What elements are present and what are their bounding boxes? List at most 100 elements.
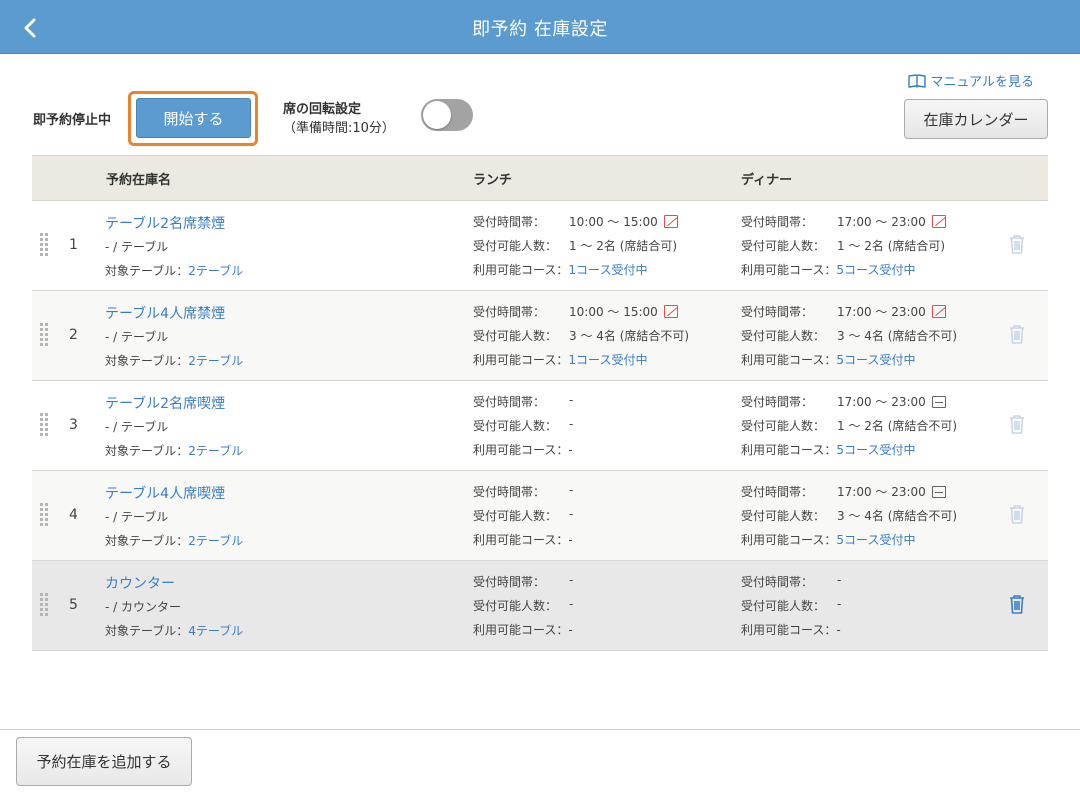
dinner-time: 17:00 〜 23:00 xyxy=(837,395,926,409)
lunch-course-label: 利用可能コース： xyxy=(473,623,569,637)
table-row[interactable]: 2 テーブル4人席禁煙 - / テーブル 対象テーブル：2テーブル 受付時間帯：… xyxy=(32,291,1048,381)
dinner-course-link[interactable]: 5コース受付中 xyxy=(836,533,915,547)
lunch-time-value: 10:00 〜 15:00 xyxy=(569,303,678,320)
no-smoking-icon xyxy=(663,305,678,318)
lunch-people-value: 3 〜 4名 (席結合不可) xyxy=(569,329,690,343)
dinner-course-label: 利用可能コース： xyxy=(741,353,837,367)
table-row[interactable]: 4 テーブル4人席喫煙 - / テーブル 対象テーブル：2テーブル 受付時間帯：… xyxy=(32,471,1048,561)
lunch-course-label: 利用可能コース： xyxy=(473,533,569,547)
dinner-time: 17:00 〜 23:00 xyxy=(837,305,926,319)
stock-name-link[interactable]: テーブル4人席禁煙 xyxy=(105,303,225,323)
lunch-course-row: 利用可能コース：- xyxy=(473,531,573,548)
dinner-people-label: 受付可能人数： xyxy=(741,509,826,523)
target-tables-link[interactable]: 2テーブル xyxy=(188,264,243,278)
target-tables-link[interactable]: 2テーブル xyxy=(188,444,243,458)
drag-handle-icon[interactable] xyxy=(40,592,50,618)
target-tables-label: 対象テーブル： xyxy=(105,624,189,638)
lunch-people-value: 1 〜 2名 (席結合可) xyxy=(569,239,678,253)
target-tables-label: 対象テーブル： xyxy=(105,534,189,548)
dinner-people-value: 1 〜 2名 (席結合不可) xyxy=(837,419,958,433)
stock-name-link[interactable]: テーブル4人席喫煙 xyxy=(105,483,225,503)
dinner-time-value: 17:00 〜 23:00 xyxy=(837,483,946,500)
toggle-knob xyxy=(423,101,451,129)
lunch-course-row: 利用可能コース：1コース受付中 xyxy=(473,351,647,368)
stock-name-link[interactable]: テーブル2名席禁煙 xyxy=(105,213,225,233)
dinner-course-label: 利用可能コース： xyxy=(741,263,837,277)
rotation-setting-title: 席の回転設定 xyxy=(283,102,362,117)
drag-handle-icon[interactable] xyxy=(40,232,50,258)
lunch-people-label: 受付可能人数： xyxy=(473,599,558,613)
trash-icon[interactable] xyxy=(1008,504,1028,526)
smoking-icon xyxy=(931,485,946,498)
lunch-time-label: 受付時間帯： xyxy=(473,575,546,589)
target-tables: 対象テーブル：2テーブル xyxy=(105,532,243,549)
no-smoking-icon xyxy=(931,215,946,228)
lunch-course-row: 利用可能コース：- xyxy=(473,441,573,458)
stock-name-link[interactable]: カウンター xyxy=(105,573,175,593)
trash-icon[interactable] xyxy=(1008,234,1028,256)
dinner-course-label: 利用可能コース： xyxy=(741,443,837,457)
target-tables: 対象テーブル：2テーブル xyxy=(105,262,243,279)
row-number: 5 xyxy=(69,597,78,613)
dinner-course-row: 利用可能コース：- xyxy=(741,621,841,638)
rotation-setting-sub: （準備時間:10分） xyxy=(283,121,395,136)
stock-name-link[interactable]: テーブル2名席喫煙 xyxy=(105,393,225,413)
dinner-course-link[interactable]: 5コース受付中 xyxy=(836,353,915,367)
drag-handle-icon[interactable] xyxy=(40,412,50,438)
lunch-time-value: - xyxy=(569,483,573,497)
no-smoking-icon xyxy=(663,215,678,228)
dinner-people-value: 3 〜 4名 (席結合不可) xyxy=(837,509,958,523)
lunch-course-link: - xyxy=(568,443,573,457)
stock-calendar-button[interactable]: 在庫カレンダー xyxy=(904,99,1048,139)
table-row[interactable]: 5 カウンター - / カウンター 対象テーブル：4テーブル 受付時間帯： - … xyxy=(32,561,1048,651)
target-tables-link[interactable]: 4テーブル xyxy=(188,624,243,638)
drag-handle-icon[interactable] xyxy=(40,502,50,528)
lunch-course-row: 利用可能コース：1コース受付中 xyxy=(473,261,647,278)
stock-sub: - / テーブル xyxy=(105,510,169,524)
table-header: 予約在庫名 ランチ ディナー xyxy=(32,155,1048,201)
drag-handle-icon[interactable] xyxy=(40,322,50,348)
add-stock-button[interactable]: 予約在庫を追加する xyxy=(16,737,192,786)
lunch-people-label: 受付可能人数： xyxy=(473,329,558,343)
target-tables: 対象テーブル：4テーブル xyxy=(105,622,243,639)
table-row[interactable]: 1 テーブル2名席禁煙 - / テーブル 対象テーブル：2テーブル 受付時間帯：… xyxy=(32,201,1048,291)
dinner-people-label: 受付可能人数： xyxy=(741,329,826,343)
dinner-course-link: - xyxy=(836,623,841,637)
start-button[interactable]: 開始する xyxy=(136,98,251,138)
dinner-course-row: 利用可能コース：5コース受付中 xyxy=(741,351,915,368)
target-tables-link[interactable]: 2テーブル xyxy=(188,354,243,368)
trash-icon[interactable] xyxy=(1008,324,1028,346)
lunch-course-link[interactable]: 1コース受付中 xyxy=(568,263,647,277)
dinner-people-value: 3 〜 4名 (席結合不可) xyxy=(837,329,958,343)
trash-icon[interactable] xyxy=(1008,414,1028,436)
lunch-people-value: - xyxy=(569,597,574,611)
col-dinner: ディナー xyxy=(741,173,793,188)
lunch-course-label: 利用可能コース： xyxy=(473,353,569,367)
lunch-time-label: 受付時間帯： xyxy=(473,485,546,499)
lunch-course-row: 利用可能コース：- xyxy=(473,621,573,638)
lunch-time-label: 受付時間帯： xyxy=(473,395,546,409)
row-number: 2 xyxy=(69,327,78,343)
dinner-people-value: - xyxy=(837,597,842,611)
smoking-icon xyxy=(931,395,946,408)
lunch-course-link[interactable]: 1コース受付中 xyxy=(568,353,647,367)
dinner-course-label: 利用可能コース： xyxy=(741,623,837,637)
dinner-time: 17:00 〜 23:00 xyxy=(837,485,926,499)
manual-link[interactable]: マニュアルを見る xyxy=(908,71,1034,90)
dinner-time-label: 受付時間帯： xyxy=(741,395,814,409)
no-smoking-icon xyxy=(931,305,946,318)
dinner-course-link[interactable]: 5コース受付中 xyxy=(836,263,915,277)
col-lunch: ランチ xyxy=(473,173,513,188)
dinner-people-label: 受付可能人数： xyxy=(741,419,826,433)
book-icon xyxy=(908,73,927,88)
trash-icon[interactable] xyxy=(1008,594,1028,616)
dinner-time-value: 17:00 〜 23:00 xyxy=(837,303,946,320)
dinner-course-row: 利用可能コース：5コース受付中 xyxy=(741,261,915,278)
dinner-course-link[interactable]: 5コース受付中 xyxy=(836,443,915,457)
table-row[interactable]: 3 テーブル2名席喫煙 - / テーブル 対象テーブル：2テーブル 受付時間帯：… xyxy=(32,381,1048,471)
stock-table: 予約在庫名 ランチ ディナー 1 テーブル2名席禁煙 - / テーブル 対象テー… xyxy=(32,155,1048,651)
target-tables-link[interactable]: 2テーブル xyxy=(188,534,243,548)
dinner-time-label: 受付時間帯： xyxy=(741,485,814,499)
dinner-course-row: 利用可能コース：5コース受付中 xyxy=(741,441,915,458)
rotation-toggle[interactable] xyxy=(421,99,473,131)
